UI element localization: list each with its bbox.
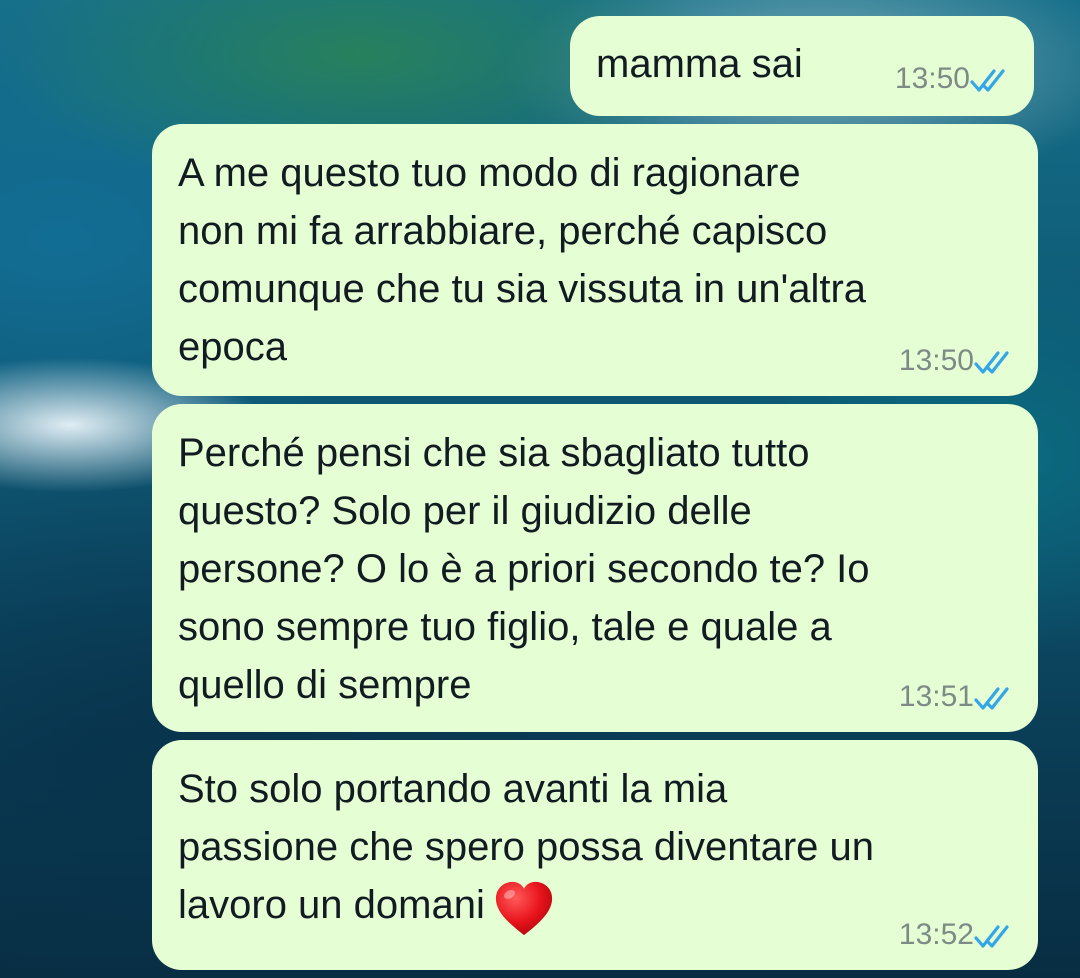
message-time: 13:51 xyxy=(898,680,974,713)
message-bubble-outgoing[interactable]: Sto solo portando avanti la mia passione… xyxy=(152,740,1038,970)
message-text: Sto solo portando avanti la mia passione… xyxy=(178,760,874,940)
message-bubble-outgoing[interactable]: A me questo tuo modo di ragionare non mi… xyxy=(152,124,1038,396)
double-check-read-icon xyxy=(970,69,1005,92)
message-list[interactable]: mamma sai 13:50 A me questo tuo modo di … xyxy=(0,0,1080,978)
double-check-read-icon xyxy=(974,687,1009,710)
message-text: A me questo tuo modo di ragionare non mi… xyxy=(178,151,867,369)
message-time: 13:50 xyxy=(894,62,970,95)
message-bubble-outgoing[interactable]: mamma sai 13:50 xyxy=(570,16,1034,116)
message-text: mamma sai xyxy=(596,42,803,86)
red-heart-icon xyxy=(495,881,552,936)
message-bubble-outgoing[interactable]: Perché pensi che sia sbagliato tutto que… xyxy=(152,404,1038,732)
double-check-read-icon xyxy=(974,925,1009,948)
message-time: 13:52 xyxy=(898,918,974,951)
message-time: 13:50 xyxy=(898,344,974,377)
double-check-read-icon xyxy=(974,351,1009,374)
message-text: Perché pensi che sia sbagliato tutto que… xyxy=(178,431,870,707)
